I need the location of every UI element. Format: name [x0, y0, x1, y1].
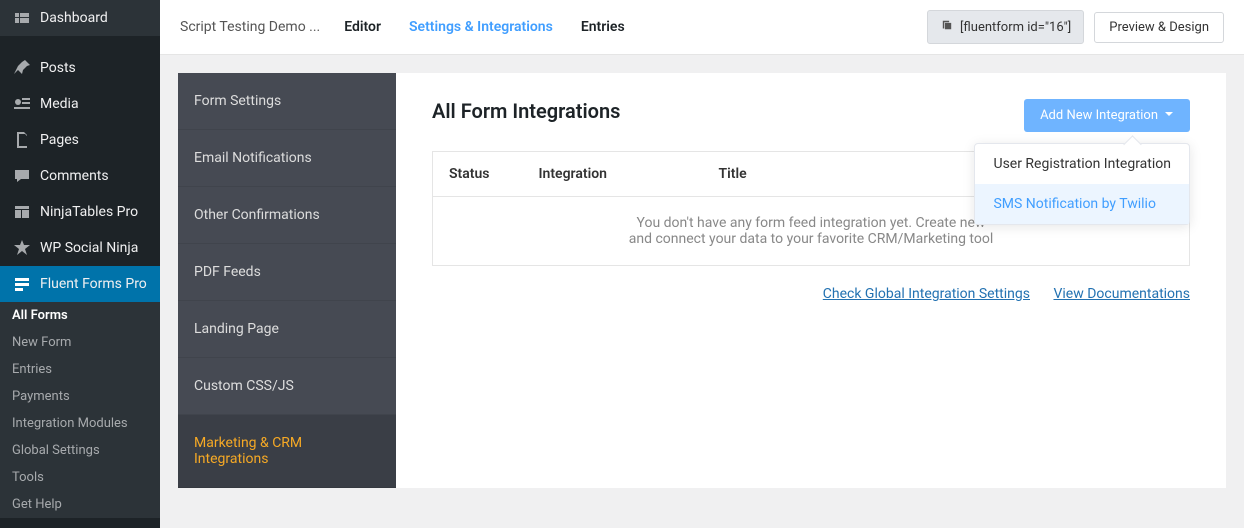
link-global-settings[interactable]: Check Global Integration Settings: [823, 286, 1030, 302]
settings-form-settings[interactable]: Form Settings: [178, 73, 396, 130]
help-links: Check Global Integration Settings View D…: [432, 286, 1190, 302]
settings-custom-css[interactable]: Custom CSS/JS: [178, 358, 396, 415]
menu-pages[interactable]: Pages: [0, 122, 160, 158]
col-integration: Integration: [523, 152, 703, 197]
settings-pdf-feeds[interactable]: PDF Feeds: [178, 244, 396, 301]
submenu-integration-modules[interactable]: Integration Modules: [0, 410, 160, 437]
dropdown-user-registration[interactable]: User Registration Integration: [975, 144, 1189, 184]
submenu-new-form[interactable]: New Form: [0, 329, 160, 356]
menu-media[interactable]: Media: [0, 86, 160, 122]
comment-icon: [12, 166, 32, 186]
wp-admin-sidebar: Dashboard Posts Media Pages Comments Nin…: [0, 0, 160, 528]
table-icon: [12, 202, 32, 222]
tab-settings[interactable]: Settings & Integrations: [409, 19, 553, 35]
form-icon: [12, 274, 32, 294]
menu-fluentforms[interactable]: Fluent Forms Pro: [0, 266, 160, 302]
menu-label: Posts: [40, 60, 76, 76]
add-integration-label: Add New Integration: [1040, 108, 1158, 123]
menu-dashboard[interactable]: Dashboard: [0, 0, 160, 36]
shortcode-button[interactable]: [fluentform id="16"]: [927, 10, 1084, 44]
tab-editor[interactable]: Editor: [344, 19, 381, 35]
form-name-label: Script Testing Demo ...: [180, 19, 320, 35]
empty-message-line2: and connect your data to your favorite C…: [449, 231, 1173, 247]
menu-label: Media: [40, 96, 79, 112]
menu-label: WP Social Ninja: [40, 240, 138, 256]
pin-icon: [12, 58, 32, 78]
dropdown-sms-twilio[interactable]: SMS Notification by Twilio: [975, 184, 1189, 224]
menu-label: Dashboard: [40, 10, 108, 26]
copy-icon: [940, 18, 954, 36]
media-icon: [12, 94, 32, 114]
main-content-area: Script Testing Demo ... Editor Settings …: [160, 0, 1244, 528]
submenu-all-forms[interactable]: All Forms: [0, 302, 160, 329]
col-status: Status: [433, 152, 523, 197]
submenu-payments[interactable]: Payments: [0, 383, 160, 410]
settings-email-notifications[interactable]: Email Notifications: [178, 130, 396, 187]
tab-entries[interactable]: Entries: [581, 19, 625, 35]
shortcode-text: [fluentform id="16"]: [960, 20, 1071, 35]
chevron-down-icon: [1164, 108, 1174, 123]
menu-label: Comments: [40, 168, 109, 184]
menu-ninjatables[interactable]: NinjaTables Pro: [0, 194, 160, 230]
menu-label: Fluent Forms Pro: [40, 276, 147, 292]
dashboard-icon: [12, 8, 32, 28]
submenu-get-help[interactable]: Get Help: [0, 491, 160, 518]
form-top-nav: Script Testing Demo ... Editor Settings …: [160, 0, 1244, 55]
add-integration-button[interactable]: Add New Integration: [1024, 99, 1190, 132]
settings-landing-page[interactable]: Landing Page: [178, 301, 396, 358]
star-icon: [12, 238, 32, 258]
settings-marketing-crm[interactable]: Marketing & CRM Integrations: [178, 415, 396, 488]
submenu-tools[interactable]: Tools: [0, 464, 160, 491]
submenu-global-settings[interactable]: Global Settings: [0, 437, 160, 464]
submenu-entries[interactable]: Entries: [0, 356, 160, 383]
menu-label: Pages: [40, 132, 79, 148]
menu-wpsocial[interactable]: WP Social Ninja: [0, 230, 160, 266]
settings-other-confirmations[interactable]: Other Confirmations: [178, 187, 396, 244]
integration-dropdown: User Registration Integration SMS Notifi…: [974, 143, 1190, 225]
menu-posts[interactable]: Posts: [0, 50, 160, 86]
preview-button[interactable]: Preview & Design: [1094, 12, 1224, 43]
link-documentations[interactable]: View Documentations: [1053, 286, 1190, 302]
menu-label: NinjaTables Pro: [40, 204, 138, 220]
menu-comments[interactable]: Comments: [0, 158, 160, 194]
pages-icon: [12, 130, 32, 150]
integrations-panel: All Form Integrations Add New Integratio…: [396, 73, 1226, 488]
settings-sidebar: Form Settings Email Notifications Other …: [178, 73, 396, 488]
fluentforms-submenu: All Forms New Form Entries Payments Inte…: [0, 302, 160, 518]
